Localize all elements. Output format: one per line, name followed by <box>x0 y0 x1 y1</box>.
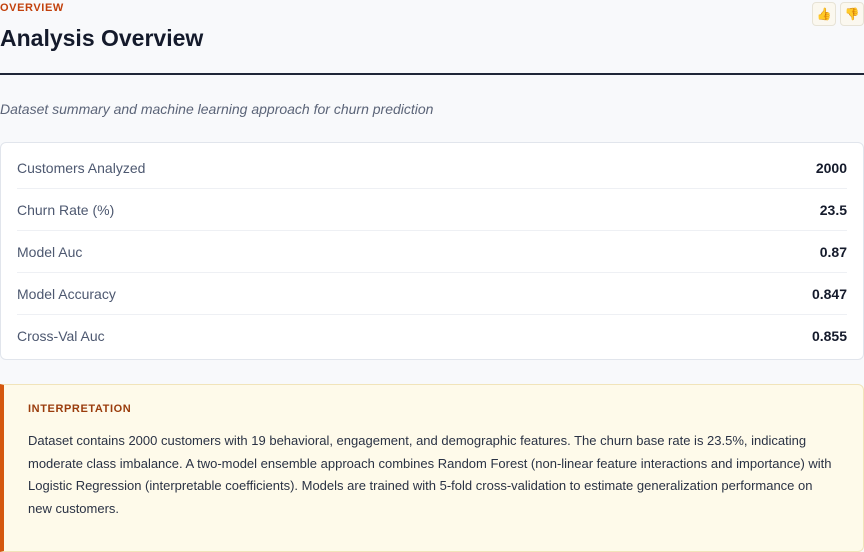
thumbs-up-button[interactable]: 👍 <box>812 2 836 26</box>
thumbs-up-icon: 👍 <box>816 7 832 21</box>
section-eyebrow: OVERVIEW <box>0 2 64 14</box>
page-title: Analysis Overview <box>0 25 204 51</box>
metric-value: 2000 <box>815 159 847 176</box>
metric-row: Model Accuracy 0.847 <box>17 273 847 315</box>
header-divider <box>0 73 864 75</box>
metric-row: Model Auc 0.87 <box>17 231 847 273</box>
metric-row: Customers Analyzed 2000 <box>17 147 847 189</box>
interpretation-heading: INTERPRETATION <box>28 403 132 415</box>
metric-row: Cross-Val Auc 0.855 <box>17 315 847 357</box>
interpretation-text: Dataset contains 2000 customers with 19 … <box>28 433 832 516</box>
metric-row: Churn Rate (%) 23.5 <box>17 189 847 231</box>
metric-label: Customers Analyzed <box>17 159 146 176</box>
page-subtitle: Dataset summary and machine learning app… <box>0 101 434 117</box>
thumbs-down-button[interactable]: 👎 <box>840 2 864 26</box>
metric-value: 0.87 <box>819 243 847 260</box>
feedback-controls: 👍 👎 <box>812 2 864 26</box>
metric-label: Model Auc <box>17 243 83 260</box>
metrics-card: Customers Analyzed 2000 Churn Rate (%) 2… <box>0 142 864 360</box>
metric-label: Churn Rate (%) <box>17 201 115 218</box>
metric-label: Model Accuracy <box>17 285 116 302</box>
metric-label: Cross-Val Auc <box>17 328 105 344</box>
metric-value: 0.855 <box>811 328 847 344</box>
metric-value: 0.847 <box>811 285 847 302</box>
thumbs-down-icon: 👎 <box>844 7 860 21</box>
interpretation-callout: INTERPRETATION Dataset contains 2000 cus… <box>0 384 864 552</box>
metric-value: 23.5 <box>819 201 847 218</box>
